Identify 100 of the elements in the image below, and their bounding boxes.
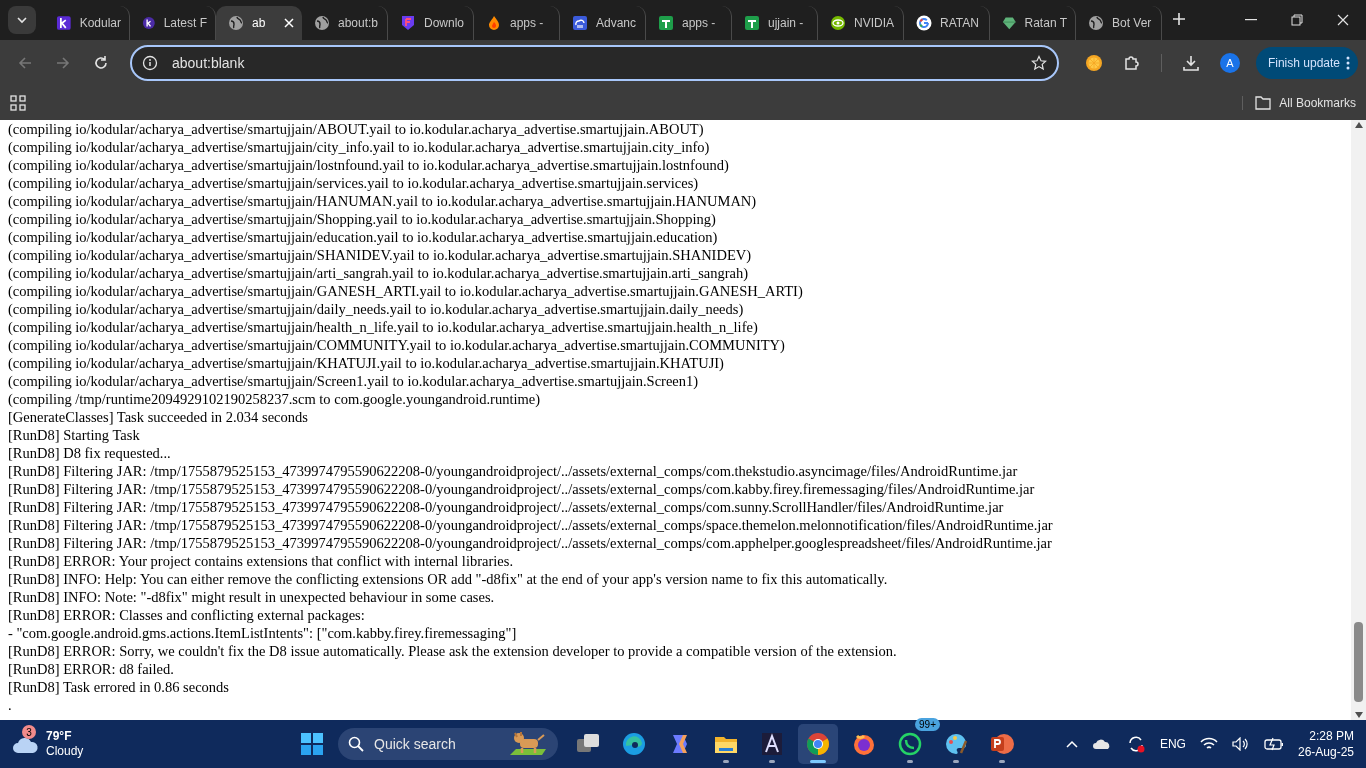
log-line: [RunD8] ERROR: Sorry, we couldn't fix the D8 issue automatically. Please ask the extension developer to provide a compatible version of the extension. [8,642,898,660]
globe-icon [314,15,330,31]
log-line: [RunD8] INFO: Help: You can either remove the conflicting extensions OR add "-d8fix" at the end of your app's version name to fix this automatically. [8,570,889,588]
address-bar[interactable]: about:blank [130,45,1059,81]
profile-avatar[interactable]: A [1219,53,1240,73]
dog-drawing [508,731,548,757]
log-line: [GenerateClasses] Task succeeded in 2.034 seconds [8,408,309,426]
minimize-icon [1245,19,1257,21]
chrome-icon [805,731,831,757]
tab-title: Bot Ver [1112,16,1153,30]
update-button[interactable]: Finish update [1255,47,1358,79]
log-line: (compiling io/kodular/acharya_advertise/smartujjain/city_info.yail to io.kodular.acharya_advertise.smartujjain.city_info) [8,138,711,156]
globe-icon [1088,15,1104,31]
tab-title: apps - [682,16,717,30]
volume-icon[interactable] [1231,737,1250,751]
log-line: [RunD8] Filtering JAR: /tmp/1755879525153_4739974795590622208-0/youngandroidproject/../assets/external_comps/com.apphelper.googlespreadsheet/files/AndroidRuntime.jar [8,534,1053,552]
citrus-icon [1084,54,1103,72]
browser-tab[interactable]: ab [216,6,302,40]
log-line: . [8,696,13,714]
log-line: [RunD8] Task errored in 0.86 seconds [8,678,230,696]
all-bookmarks-link[interactable]: All Bookmarks [1279,96,1356,110]
eye-icon [830,15,846,31]
tab-title: Advanc [596,16,637,30]
log-line: (compiling io/kodular/acharya_advertise/smartujjain/SHANIDEV.yail to io.kodular.acharya_advertise.smartujjain.SHANIDEV) [8,246,753,264]
log-line: [RunD8] Starting Task [8,426,141,444]
tab-title: Latest F [163,16,207,30]
log-line: (compiling io/kodular/acharya_advertise/smartujjain/lostnfound.yail to io.kodular.acharya_advertise.smartujjain.lostnfound) [8,156,730,174]
log-line: [RunD8] D8 fix requested... [8,444,172,462]
tab-title: ujjain - [768,16,805,30]
shield-icon [400,15,416,31]
tab-title: about:b [338,16,379,30]
temperature: 79°F [46,729,73,744]
log-line: [RunD8] ERROR: Classes and conflicting external packages: [8,606,366,624]
log-line: (compiling io/kodular/acharya_advertise/smartujjain/KHATUJI.yail to io.kodular.acharya_advertise.smartujjain.KHATUJI) [8,354,725,372]
log-line: (compiling io/kodular/acharya_advertise/smartujjain/HANUMAN.yail to io.kodular.acharya_advertise.smartujjain.HANUMAN) [8,192,758,210]
tab-title: Kodular [79,16,121,30]
log-line: [RunD8] ERROR: Your project contains extensions that conflict with internal libraries. [8,552,514,570]
language-indicator[interactable]: ENG [1159,737,1186,751]
tab-title: apps - [510,16,545,30]
tab-title: NVIDIA [854,16,895,30]
tab-title: ab [252,16,267,30]
wifi-icon[interactable] [1199,737,1218,751]
taskbar-app[interactable] [798,724,838,764]
close-icon[interactable] [284,18,294,28]
chat-icon [897,731,923,757]
scroll-down-icon[interactable] [1354,712,1363,718]
tab-search-button[interactable] [8,6,36,34]
info-icon[interactable] [142,55,158,71]
tab-title: RATAN [940,16,980,30]
kodular-icon [142,15,156,31]
back-arrow-icon [17,55,33,71]
weather-condition: Cloudy [46,744,84,759]
scroll-up-icon[interactable] [1354,122,1363,128]
chevron-up-icon[interactable] [1065,740,1078,748]
log-line: (compiling io/kodular/acharya_advertise/smartujjain/COMMUNITY.yail to io.kodular.acharya_advertise.smartujjain.COMMUNITY) [8,336,786,354]
address-input[interactable]: about:blank [170,54,1019,72]
download-icon [1181,54,1200,72]
puzzle-icon [1122,54,1141,72]
scroll-thumb[interactable] [1354,622,1363,702]
clock[interactable]: 2:28 PM 26-Aug-25 [1297,728,1354,760]
notification-badge: 3 [22,725,36,739]
kodular-icon [56,15,72,31]
spreadsheet-icon [658,15,674,31]
edge-icon [621,731,647,757]
battery-icon[interactable] [1263,737,1284,751]
tab-title: Ratan T [1024,16,1067,30]
search-input[interactable]: Quick search [372,735,500,753]
globe-icon [228,15,244,31]
google-icon [916,15,932,31]
gem-icon [1002,15,1017,31]
cloud-icon [572,15,588,31]
palette-icon [943,731,969,757]
restore-icon [1291,14,1303,26]
log-line: [RunD8] Filtering JAR: /tmp/1755879525153_4739974795590622208-0/youngandroidproject/../assets/external_comps/space.themelon.melonnotification/files/AndroidRuntime.jar [8,516,1054,534]
log-line: (compiling io/kodular/acharya_advertise/smartujjain/arti_sangrah.yail to io.kodular.acharya_advertise.smartujjain.arti_sangrah) [8,264,750,282]
log-line: (compiling io/kodular/acharya_advertise/smartujjain/GANESH_ARTI.yail to io.kodular.acharya_advertise.smartujjain.GANESH_ARTI) [8,282,804,300]
time: 2:28 PM [1309,728,1354,744]
reload-icon [93,55,109,71]
windows-icon [300,732,324,756]
search-icon [348,736,364,752]
date: 26-Aug-25 [1297,744,1354,760]
search-field[interactable]: Quick search [338,728,558,760]
log-line: [RunD8] INFO: Note: "-d8fix" might result in unexpected behaviour in some cases. [8,588,496,606]
scrollbar[interactable] [1351,120,1366,720]
cloud-icon[interactable] [1091,738,1112,750]
close-icon [1337,14,1349,26]
spreadsheet-icon [744,15,760,31]
log-line: (compiling io/kodular/acharya_advertise/smartujjain/daily_needs.yail to io.kodular.acharya_advertise.smartujjain.daily_needs) [8,300,745,318]
log-line: [RunD8] ERROR: d8 failed. [8,660,175,678]
log-line: (compiling io/kodular/acharya_advertise/smartujjain/ABOUT.yail to io.kodular.acharya_advertise.smartujjain.ABOUT) [8,120,705,138]
chevron-down-icon [16,14,28,26]
tab-title: Downlo [424,16,465,30]
bookmark-star-icon[interactable] [1030,55,1047,71]
notification-badge: 99+ [915,718,940,731]
flame-icon [486,15,502,31]
apps-grid-icon[interactable] [10,95,26,111]
log-line: (compiling io/kodular/acharya_advertise/smartujjain/health_n_life.yail to io.kodular.acharya_advertise.smartujjain.health_n_life) [8,318,759,336]
more-icon [1346,56,1350,70]
log-line: [RunD8] Filtering JAR: /tmp/1755879525153_4739974795590622208-0/youngandroidproject/../assets/external_comps/com.sunny.ScrollHandler/files/AndroidRuntime.jar [8,498,1005,516]
log-line: (compiling io/kodular/acharya_advertise/smartujjain/education.yail to io.kodular.acharya_advertise.smartujjain.education) [8,228,719,246]
